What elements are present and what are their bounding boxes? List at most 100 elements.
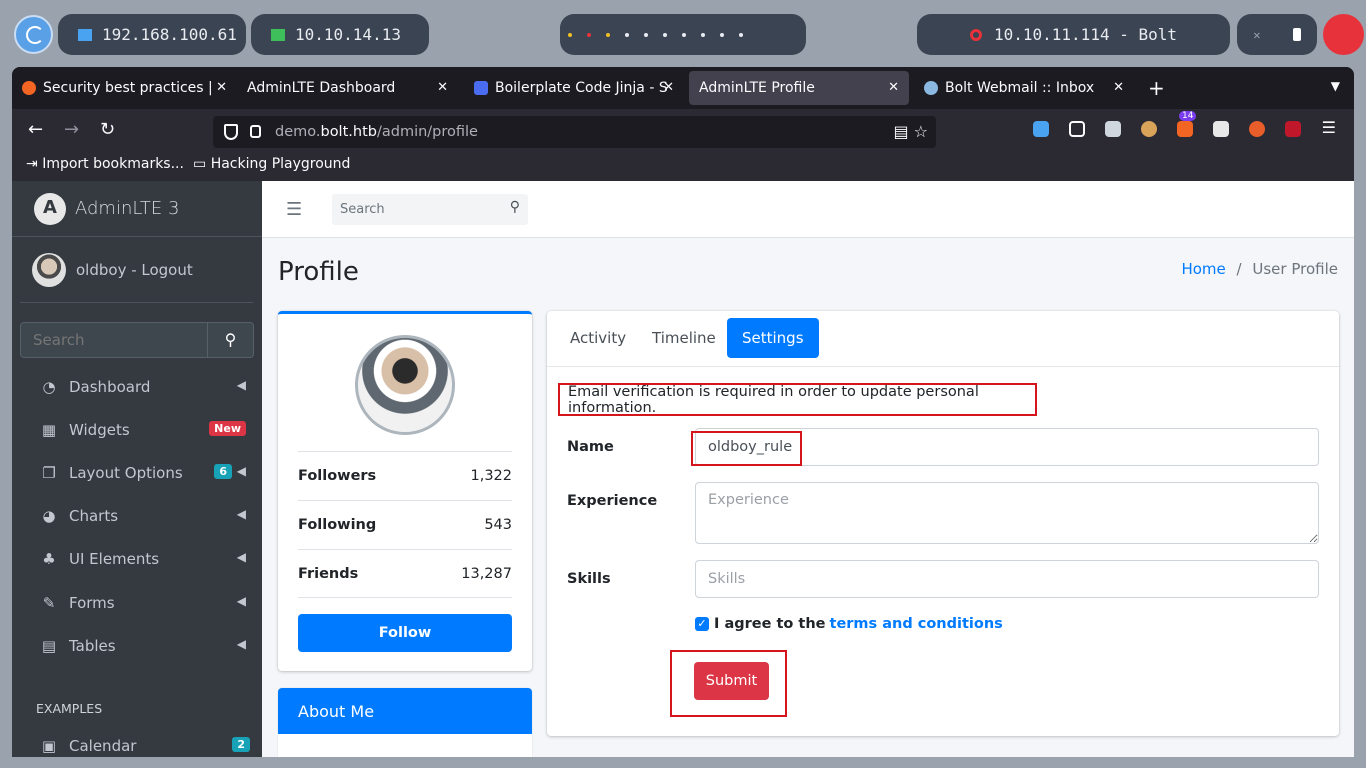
- close-icon[interactable]: ✕: [437, 80, 448, 95]
- favicon-icon: [22, 81, 36, 95]
- stat-followers: Followers 1,322: [298, 451, 512, 500]
- user-name-logout[interactable]: oldboy - Logout: [76, 261, 193, 279]
- power-lock-icon[interactable]: [1323, 14, 1364, 55]
- local-ip-text: 192.168.100.61: [102, 25, 237, 44]
- workspace-pill[interactable]: [560, 14, 806, 55]
- count-badge: 2: [232, 737, 250, 752]
- workspace-dots[interactable]: [560, 32, 743, 37]
- brand-link[interactable]: AdminLTE 3: [12, 181, 262, 237]
- favicon-icon: [924, 81, 938, 95]
- favicon-icon: [474, 81, 488, 95]
- avatar: [355, 335, 455, 435]
- tab-boilerplate[interactable]: Boilerplate Code Jinja - S ✕: [464, 71, 684, 105]
- ext-badge: 14: [1179, 111, 1197, 121]
- url-bar[interactable]: demo. bolt.htb/admin/profile ▤ ☆: [213, 116, 936, 148]
- ext-foxy-icon[interactable]: [1177, 121, 1193, 137]
- reload-icon[interactable]: ↻: [100, 119, 115, 140]
- name-label: Name: [567, 439, 614, 455]
- search-icon[interactable]: ⚲: [208, 322, 254, 358]
- sidebar-item-widgets[interactable]: ▦ Widgets New: [20, 410, 254, 450]
- close-icon[interactable]: ✕: [888, 80, 899, 95]
- chevron-left-icon: ◀: [236, 550, 246, 564]
- network-icon: [78, 28, 92, 41]
- target-pill: 10.10.11.114 - Bolt: [917, 14, 1230, 55]
- tab-bolt-webmail[interactable]: Bolt Webmail :: Inbox ✕: [914, 71, 1134, 105]
- ext-glasses-icon[interactable]: [1105, 121, 1121, 137]
- edit-icon: ✎: [42, 594, 56, 612]
- navbar-search[interactable]: Search ⚲: [332, 194, 528, 225]
- close-icon[interactable]: ✕: [663, 80, 674, 95]
- close-icon[interactable]: ✕: [216, 80, 227, 95]
- sidebar-item-dashboard[interactable]: ◔ Dashboard ◀: [20, 367, 254, 407]
- ext-cookie-icon[interactable]: [1141, 121, 1157, 137]
- email-verification-alert: Email verification is required in order …: [558, 383, 1037, 416]
- tab-activity[interactable]: Activity: [555, 318, 641, 358]
- new-badge: New: [209, 421, 246, 436]
- lock-icon[interactable]: [250, 125, 261, 138]
- system-bar: 192.168.100.61 10.10.14.13 10.10.11.114 …: [0, 0, 1366, 68]
- shield-icon[interactable]: [224, 124, 238, 140]
- sidebar-item-charts[interactable]: ◕ Charts ◀: [20, 496, 254, 536]
- pie-chart-icon: ◕: [42, 507, 56, 525]
- back-icon[interactable]: ←: [28, 119, 43, 140]
- submit-button[interactable]: Submit: [694, 662, 769, 700]
- laptop-icon: [271, 28, 285, 41]
- bookmark-star-icon[interactable]: ▤ ☆: [893, 122, 928, 141]
- vpn-ip-pill: 10.10.14.13: [251, 14, 429, 55]
- menu-icon[interactable]: ☰: [1322, 118, 1336, 137]
- local-ip-pill: 192.168.100.61: [58, 14, 246, 55]
- chevron-left-icon: ◀: [236, 464, 246, 478]
- download-icon[interactable]: [1033, 121, 1049, 137]
- target-text: 10.10.11.114 - Bolt: [993, 25, 1178, 44]
- breadcrumb-home-link[interactable]: Home: [1181, 260, 1225, 278]
- stat-friends: Friends 13,287: [298, 549, 512, 598]
- close-icon[interactable]: ✕: [1113, 80, 1124, 95]
- browser-window: Security best practices | ✕ AdminLTE Das…: [12, 67, 1354, 757]
- new-tab-icon[interactable]: +: [1148, 76, 1165, 100]
- forward-icon[interactable]: →: [64, 119, 79, 140]
- top-navbar: ☰ Search ⚲: [262, 181, 1354, 238]
- tab-timeline[interactable]: Timeline: [637, 318, 731, 358]
- experience-textarea[interactable]: [695, 482, 1319, 544]
- battery-icon: [1292, 28, 1301, 41]
- ext-wappalyzer-icon[interactable]: [1249, 121, 1265, 137]
- bookmarks-bar: ⇥ Import bookmarks... ▭ Hacking Playgrou…: [12, 151, 1354, 181]
- grid-icon: ▦: [41, 421, 57, 439]
- calendar-icon: ▣: [41, 737, 57, 755]
- list-all-tabs-icon[interactable]: ▼: [1331, 79, 1340, 93]
- bookmark-import[interactable]: ⇥ Import bookmarks...: [26, 156, 184, 172]
- user-panel[interactable]: oldboy - Logout: [20, 238, 253, 303]
- sidebar-item-calendar[interactable]: ▣ Calendar 2: [20, 726, 254, 757]
- vpn-ip-text: 10.10.14.13: [295, 25, 401, 44]
- ext-ublock-icon[interactable]: [1285, 121, 1301, 137]
- sidebar-item-ui-elements[interactable]: ♣ UI Elements ◀: [20, 539, 254, 579]
- name-highlight-box: [691, 431, 802, 466]
- settings-card: Activity Timeline Settings Email verific…: [547, 311, 1339, 736]
- tab-adminlte-profile[interactable]: AdminLTE Profile ✕: [689, 71, 909, 105]
- sidebar-item-forms[interactable]: ✎ Forms ◀: [20, 583, 254, 623]
- mute-icon[interactable]: ✕: [1253, 28, 1260, 42]
- follow-button[interactable]: Follow: [298, 614, 512, 652]
- sidebar-item-layout-options[interactable]: ❐ Layout Options 6 ◀: [20, 453, 254, 493]
- tab-security[interactable]: Security best practices | ✕: [12, 71, 237, 105]
- os-logo-icon[interactable]: [14, 15, 53, 54]
- sidebar-item-tables[interactable]: ▤ Tables ◀: [20, 626, 254, 666]
- ext-user-agent-icon[interactable]: [1213, 121, 1229, 137]
- target-icon: [969, 28, 982, 41]
- agree-checkbox[interactable]: ✓: [695, 617, 709, 631]
- profile-card: Followers 1,322 Following 543 Friends 13…: [278, 311, 532, 671]
- copy-icon: ❐: [42, 464, 56, 482]
- search-icon[interactable]: ⚲: [510, 199, 520, 215]
- bookmark-hacking-playground[interactable]: ▭ Hacking Playground: [193, 156, 350, 172]
- count-badge: 6: [214, 464, 232, 479]
- agree-terms-row: ✓ I agree to the terms and conditions: [695, 616, 1003, 632]
- terms-link[interactable]: terms and conditions: [830, 616, 1003, 632]
- tab-adminlte-dashboard[interactable]: AdminLTE Dashboard ✕: [237, 71, 458, 105]
- tab-settings[interactable]: Settings: [727, 318, 819, 358]
- hamburger-icon[interactable]: ☰: [286, 199, 302, 220]
- agree-text: I agree to the: [714, 616, 826, 632]
- tree-icon: ♣: [42, 550, 56, 568]
- sidebar-search-input[interactable]: [20, 322, 208, 358]
- extensions-icon[interactable]: [1069, 121, 1085, 137]
- skills-input[interactable]: [695, 560, 1319, 598]
